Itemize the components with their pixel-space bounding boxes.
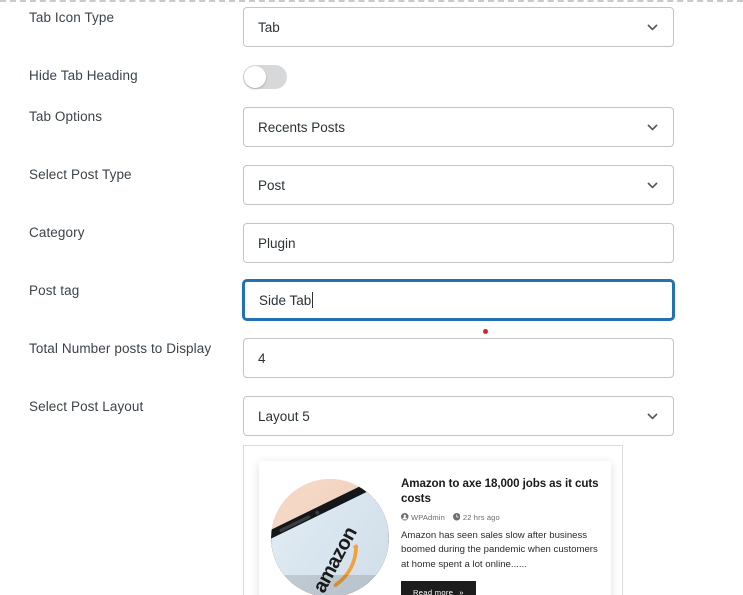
form-row-select-post-type: Select Post Type Post — [0, 167, 743, 227]
field-label-select-post-layout: Select Post Layout — [29, 399, 143, 414]
post-preview-card[interactable]: amazon Amazon to axe 18,000 jobs as it c… — [259, 461, 611, 595]
form-row-category: Category Plugin — [0, 225, 743, 285]
field-label-category: Category — [29, 225, 85, 240]
post-author-name: WPAdmin — [411, 513, 445, 522]
chevron-down-icon — [646, 21, 659, 34]
chevron-down-icon — [646, 121, 659, 134]
chevron-down-icon — [646, 179, 659, 192]
clock-icon — [453, 513, 461, 521]
post-time-text: 22 hrs ago — [463, 513, 500, 522]
post-thumbnail-image: amazon — [271, 479, 389, 595]
total-posts-input[interactable]: 4 — [243, 338, 674, 378]
field-label-hide-tab-heading: Hide Tab Heading — [29, 68, 138, 83]
select-post-layout-value: Layout 5 — [258, 409, 639, 424]
tab-options-select[interactable]: Recents Posts — [243, 107, 674, 147]
user-icon — [401, 513, 409, 521]
double-chevron-right-icon: » — [459, 588, 464, 595]
select-post-type-select[interactable]: Post — [243, 165, 674, 205]
tab-icon-type-select[interactable]: Tab — [243, 7, 674, 47]
field-label-post-tag: Post tag — [29, 283, 79, 298]
hide-tab-heading-toggle[interactable] — [243, 65, 287, 89]
post-author: WPAdmin — [401, 513, 445, 522]
post-layout-preview: amazon Amazon to axe 18,000 jobs as it c… — [243, 445, 623, 595]
post-tag-value: Side Tab — [259, 293, 311, 308]
category-value: Plugin — [258, 236, 659, 251]
text-caret — [312, 292, 313, 308]
post-time: 22 hrs ago — [453, 513, 500, 522]
category-input[interactable]: Plugin — [243, 223, 674, 263]
form-row-tab-icon-type: Tab Icon Type Tab — [0, 10, 743, 70]
total-posts-value: 4 — [258, 351, 659, 366]
field-label-total-posts: Total Number posts to Display — [29, 341, 211, 356]
post-excerpt: Amazon has seen sales slow after busines… — [401, 529, 599, 573]
settings-form-panel: Tab Icon Type Tab Hide Tab Heading Tab O… — [0, 0, 743, 595]
form-row-total-posts: Total Number posts to Display 4 — [0, 341, 743, 401]
form-row-post-tag: Post tag Side Tab — [0, 283, 743, 343]
post-meta: WPAdmin 22 hrs ago — [401, 513, 599, 522]
post-tag-input[interactable]: Side Tab — [243, 280, 674, 320]
read-more-button[interactable]: Read more » — [401, 581, 476, 595]
read-more-label: Read more — [413, 588, 453, 595]
select-post-layout-select[interactable]: Layout 5 — [243, 396, 674, 436]
field-label-tab-icon-type: Tab Icon Type — [29, 10, 114, 25]
form-row-tab-options: Tab Options Recents Posts — [0, 109, 743, 169]
tab-options-value: Recents Posts — [258, 120, 639, 135]
chevron-down-icon — [646, 410, 659, 423]
field-label-tab-options: Tab Options — [29, 109, 102, 124]
field-label-select-post-type: Select Post Type — [29, 167, 132, 182]
select-post-type-value: Post — [258, 178, 639, 193]
tab-icon-type-value: Tab — [258, 20, 639, 35]
cursor-position-marker — [483, 329, 488, 334]
post-title[interactable]: Amazon to axe 18,000 jobs as it cuts cos… — [401, 477, 599, 507]
post-card-body: Amazon to axe 18,000 jobs as it cuts cos… — [389, 475, 599, 595]
toggle-knob — [244, 66, 266, 88]
